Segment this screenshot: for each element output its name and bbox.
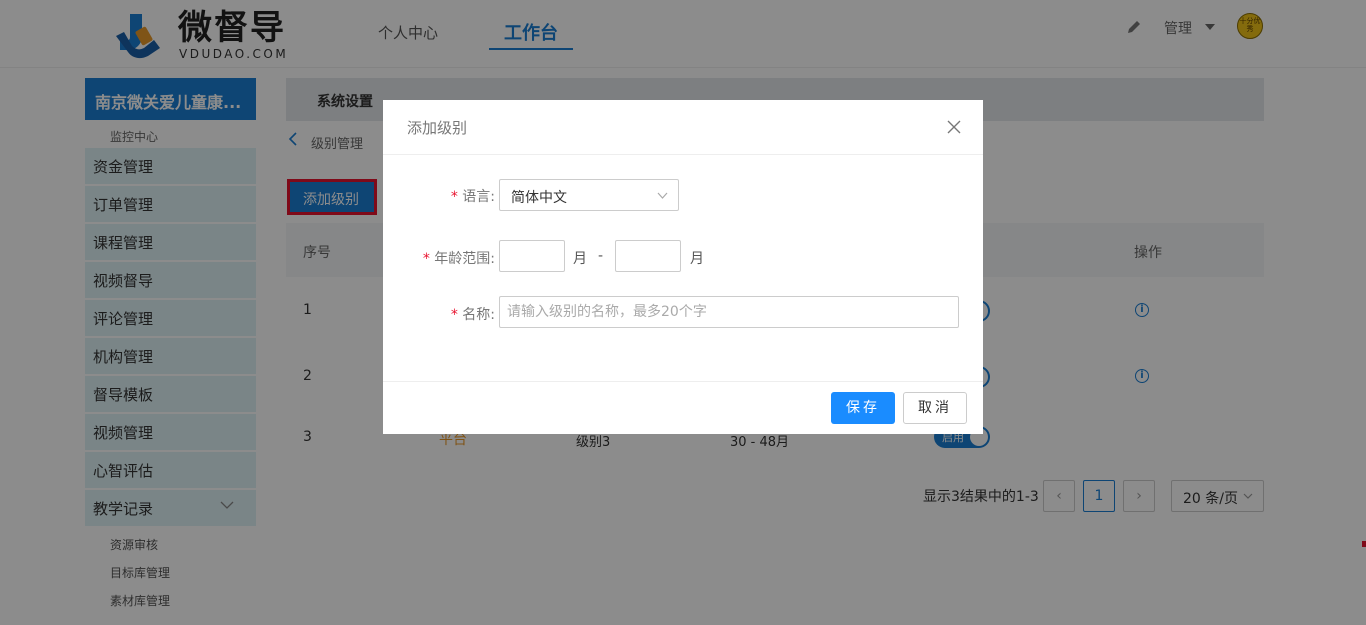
save-button[interactable]: 保存 bbox=[831, 392, 895, 424]
language-label: * 语言: bbox=[443, 186, 495, 206]
age-range-label: * 年龄范围: bbox=[413, 248, 495, 268]
dialog-header-divider bbox=[383, 154, 983, 155]
dialog-footer-divider bbox=[383, 381, 983, 382]
age-max-input[interactable] bbox=[615, 240, 681, 272]
cancel-button[interactable]: 取消 bbox=[903, 392, 967, 424]
dialog-title: 添加级别 bbox=[407, 119, 468, 137]
level-name-input[interactable] bbox=[499, 296, 959, 328]
age-range-label-text: 年龄范围: bbox=[434, 251, 495, 267]
age-max-unit: 月 bbox=[690, 251, 704, 267]
required-mark: * bbox=[450, 189, 463, 205]
age-min-unit: 月 bbox=[573, 251, 587, 267]
chevron-down-icon bbox=[657, 192, 668, 199]
name-label: * 名称: bbox=[443, 304, 495, 324]
required-mark: * bbox=[450, 307, 463, 323]
add-level-dialog: 添加级别 * 语言: 简体中文 * 年龄范围: 月 - 月 * 名称: 保存 取… bbox=[383, 100, 983, 434]
language-value: 简体中文 bbox=[511, 190, 567, 206]
age-min-input[interactable] bbox=[499, 240, 565, 272]
language-select[interactable]: 简体中文 bbox=[499, 179, 679, 211]
name-label-text: 名称: bbox=[462, 307, 495, 323]
required-mark: * bbox=[422, 251, 435, 267]
age-range-separator: - bbox=[598, 248, 604, 264]
language-label-text: 语言: bbox=[462, 189, 495, 205]
close-icon[interactable] bbox=[947, 120, 961, 134]
